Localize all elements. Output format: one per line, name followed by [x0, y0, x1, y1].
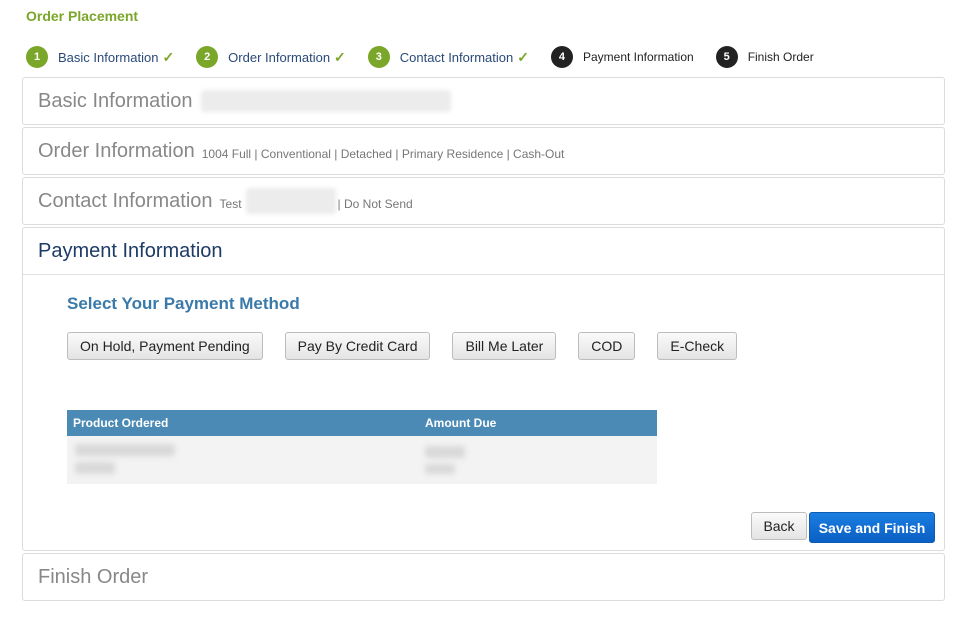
contact-summary-suffix: | Do Not Send: [337, 196, 413, 211]
step-number: 1: [26, 46, 48, 68]
order-summary: 1004 Full | Conventional | Detached | Pr…: [201, 146, 565, 161]
redacted-text: [425, 446, 465, 458]
redacted-text: [425, 464, 455, 474]
on-hold-button[interactable]: On Hold, Payment Pending: [67, 332, 263, 360]
panel-title: Contact Information: [38, 189, 213, 212]
table-row: [67, 436, 657, 484]
column-header-amount: Amount Due: [425, 416, 497, 430]
redacted-text: [245, 188, 336, 214]
redacted-text: [75, 462, 115, 474]
step-label: Finish Order: [747, 50, 814, 64]
panel-payment-information: Payment Information Select Your Payment …: [22, 227, 945, 551]
cod-button[interactable]: COD: [578, 332, 636, 360]
panel-order-information[interactable]: Order Information 1004 Full | Convention…: [22, 127, 945, 175]
payment-method-buttons: On Hold, Payment Pending Pay By Credit C…: [67, 332, 759, 360]
checkmark-icon: ✓: [517, 48, 529, 65]
payment-table: Product Ordered Amount Due: [67, 410, 657, 484]
panel-title: Finish Order: [38, 565, 149, 588]
checkmark-icon: ✓: [162, 48, 175, 65]
step-label: Basic Information: [58, 49, 159, 65]
contact-summary-prefix: Test: [219, 196, 242, 211]
step-finish-order: 5 Finish Order: [715, 46, 814, 68]
redacted-text: [75, 444, 175, 456]
step-payment-information: 4 Payment Information: [550, 46, 694, 68]
checkmark-icon: ✓: [334, 48, 346, 65]
page-title: Order Placement: [26, 8, 139, 24]
step-label: Order Information: [228, 49, 331, 65]
panel-title: Payment Information: [38, 239, 223, 262]
step-number: 5: [715, 46, 738, 68]
column-header-product: Product Ordered: [73, 416, 169, 430]
step-number: 4: [550, 46, 573, 68]
save-and-finish-button[interactable]: Save and Finish: [809, 512, 935, 543]
step-contact-information[interactable]: 3 Contact Information ✓: [367, 46, 529, 68]
panel-title: Order Information: [38, 139, 195, 162]
credit-card-button[interactable]: Pay By Credit Card: [284, 332, 431, 360]
table-header: Product Ordered Amount Due: [67, 410, 657, 436]
back-button[interactable]: Back: [751, 512, 807, 540]
step-order-information[interactable]: 2 Order Information ✓: [196, 46, 346, 68]
e-check-button[interactable]: E-Check: [657, 332, 738, 360]
step-basic-information[interactable]: 1 Basic Information ✓: [26, 46, 174, 68]
progress-steps: 1 Basic Information ✓ 2 Order Informatio…: [26, 44, 836, 70]
panel-finish-order[interactable]: Finish Order: [22, 553, 945, 601]
step-number: 3: [367, 46, 390, 68]
panel-contact-information[interactable]: Contact Information Test | Do Not Send: [22, 177, 945, 225]
redacted-text: [200, 90, 451, 112]
step-label: Payment Information: [582, 50, 694, 64]
step-label: Contact Information: [399, 49, 514, 65]
panel-basic-information[interactable]: Basic Information: [22, 77, 945, 125]
step-number: 2: [196, 46, 219, 68]
panel-title: Basic Information: [38, 89, 193, 112]
payment-method-heading: Select Your Payment Method: [67, 294, 300, 313]
bill-me-later-button[interactable]: Bill Me Later: [452, 332, 557, 360]
